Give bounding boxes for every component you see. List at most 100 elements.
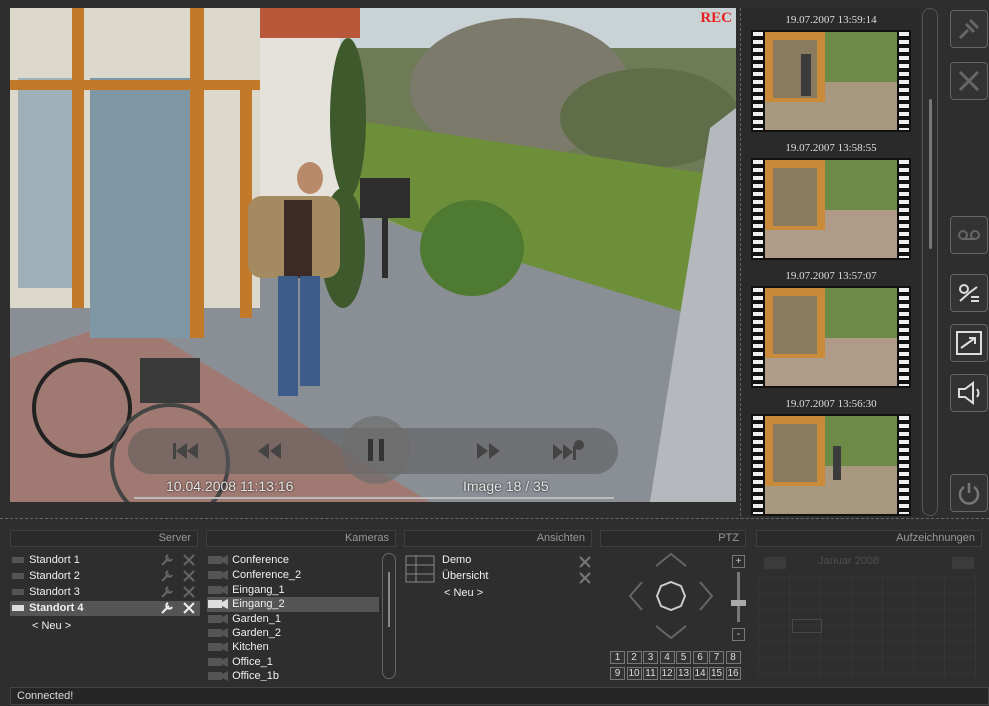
ptz-preset-button[interactable]: 10 — [626, 667, 642, 680]
zoom-slider-handle[interactable] — [731, 600, 746, 606]
camera-item[interactable]: Eingang_1 — [207, 583, 379, 598]
connect-button[interactable] — [950, 10, 988, 48]
view-item[interactable]: Demo — [442, 553, 471, 568]
camera-icon — [208, 614, 228, 625]
close-icon[interactable] — [182, 601, 196, 620]
cameras-panel-header: Kameras — [206, 530, 396, 547]
video-timestamp: 10.04.2008 11:13:16 — [166, 478, 294, 494]
ptz-home-icon[interactable] — [655, 580, 687, 612]
close-icon[interactable] — [578, 571, 592, 589]
skip-to-start-button[interactable] — [168, 436, 202, 466]
camera-item-label: Office_1 — [232, 656, 273, 668]
skip-start-icon — [173, 443, 198, 459]
skip-to-live-button[interactable] — [552, 436, 586, 466]
audio-button[interactable] — [950, 374, 988, 412]
thumbnail-item[interactable]: 19.07.2007 13:57:07 — [751, 266, 911, 388]
view-item[interactable]: Übersicht — [442, 569, 488, 584]
ptz-preset-button[interactable]: 8 — [725, 651, 741, 664]
ptz-preset-button[interactable]: 15 — [709, 667, 724, 680]
ptz-preset-button[interactable]: 4 — [659, 651, 675, 664]
calendar-selected-day[interactable] — [792, 619, 822, 633]
ptz-down-arrow[interactable] — [655, 625, 687, 640]
rec-indicator: REC — [700, 10, 732, 26]
new-server-link[interactable]: < Neu > — [32, 619, 71, 634]
status-bar: Connected! — [10, 687, 989, 705]
camera-item[interactable]: Garden_1 — [207, 612, 379, 627]
grid-view-icon — [405, 555, 435, 588]
camera-item-label: Kitchen — [232, 641, 269, 653]
ptz-preset-button[interactable]: 7 — [709, 651, 724, 664]
tools-icon — [958, 70, 980, 92]
calendar-next-button[interactable] — [952, 557, 974, 569]
scrollbar-thumb[interactable] — [388, 572, 390, 627]
ptz-panel-header: PTZ — [600, 530, 746, 547]
server-icon — [12, 573, 24, 580]
ptz-preset-button[interactable]: 13 — [676, 667, 691, 680]
camera-list-scrollbar[interactable] — [382, 553, 396, 679]
ptz-preset-button[interactable]: 1 — [610, 651, 625, 664]
ptz-right-arrow[interactable] — [699, 581, 714, 611]
camera-item[interactable]: Office_1b — [207, 669, 379, 681]
camera-item[interactable]: Conference_2 — [207, 568, 379, 583]
surveillance-app: REC 10.04.2008 11:13:16 Image 18 / 35 1 9 — [0, 0, 989, 706]
camera-item-label: Garden_2 — [232, 627, 281, 639]
camera-item-label: Conference_2 — [232, 569, 302, 581]
recordings-calendar[interactable]: Januar 2008 — [758, 555, 980, 680]
playback-controls — [128, 416, 618, 484]
ptz-preset-button[interactable]: 5 — [676, 651, 691, 664]
zoom-out-button[interactable]: - — [732, 628, 745, 641]
network-button[interactable] — [950, 274, 988, 312]
ptz-preset-button[interactable]: 9 — [610, 667, 625, 680]
thumbnail-image — [751, 30, 911, 132]
thumbnail-item[interactable]: 19.07.2007 13:56:30 — [751, 394, 911, 516]
ptz-preset-button[interactable]: 12 — [659, 667, 675, 680]
zoom-slider[interactable] — [737, 572, 740, 622]
main-video-view[interactable]: REC 10.04.2008 11:13:16 Image 18 / 35 — [10, 8, 736, 502]
new-view-link[interactable]: < Neu > — [444, 586, 483, 601]
network-icon — [959, 284, 979, 302]
fast-forward-icon — [477, 443, 500, 459]
ptz-preset-button[interactable]: 3 — [643, 651, 658, 664]
thumbnail-scrollbar[interactable] — [922, 8, 938, 516]
ptz-preset-button[interactable]: 16 — [725, 667, 741, 680]
server-icon — [12, 557, 24, 564]
thumbnail-item[interactable]: 19.07.2007 13:59:14 — [751, 10, 911, 132]
camera-item-selected[interactable]: Eingang_2 — [207, 597, 379, 612]
step-forward-button[interactable] — [472, 436, 506, 466]
ptz-preset-button[interactable]: 11 — [643, 667, 658, 680]
recordings-panel-header: Aufzeichnungen — [756, 530, 982, 547]
ptz-preset-button[interactable]: 14 — [692, 667, 708, 680]
step-back-button[interactable] — [252, 436, 286, 466]
ptz-left-arrow[interactable] — [628, 581, 643, 611]
seek-bar[interactable] — [134, 497, 614, 499]
camera-item-label: Eingang_1 — [232, 584, 285, 596]
server-icon — [12, 605, 24, 612]
server-icon — [12, 589, 24, 596]
ptz-preset-button[interactable]: 6 — [692, 651, 708, 664]
zoom-in-button[interactable]: + — [732, 555, 745, 568]
resize-button[interactable] — [950, 324, 988, 362]
power-button[interactable] — [950, 474, 988, 512]
calendar-prev-button[interactable] — [764, 557, 786, 569]
thumbnail-timestamp: 19.07.2007 13:57:07 — [785, 270, 877, 282]
ptz-preset-button[interactable]: 2 — [626, 651, 642, 664]
ptz-direction-pad — [626, 550, 716, 642]
pause-button[interactable] — [342, 416, 410, 484]
speaker-icon — [958, 381, 980, 405]
scrollbar-thumb[interactable] — [929, 99, 932, 249]
thumbnail-timestamp: 19.07.2007 13:59:14 — [785, 14, 877, 26]
ptz-up-arrow[interactable] — [655, 552, 687, 567]
thumbnail-image — [751, 158, 911, 260]
camera-item[interactable]: Kitchen — [207, 640, 379, 655]
camera-icon — [208, 555, 228, 566]
pause-icon — [368, 439, 384, 461]
settings-button[interactable] — [950, 62, 988, 100]
camera-item-label: Conference — [232, 554, 289, 566]
camera-item[interactable]: Office_1 — [207, 655, 379, 670]
thumbnail-item[interactable]: 19.07.2007 13:58:55 — [751, 138, 911, 260]
camera-item[interactable]: Conference — [207, 553, 379, 568]
wrench-icon[interactable] — [160, 601, 174, 620]
thumbnail-image — [751, 414, 911, 516]
tape-button[interactable] — [950, 216, 988, 254]
camera-item[interactable]: Garden_2 — [207, 626, 379, 641]
